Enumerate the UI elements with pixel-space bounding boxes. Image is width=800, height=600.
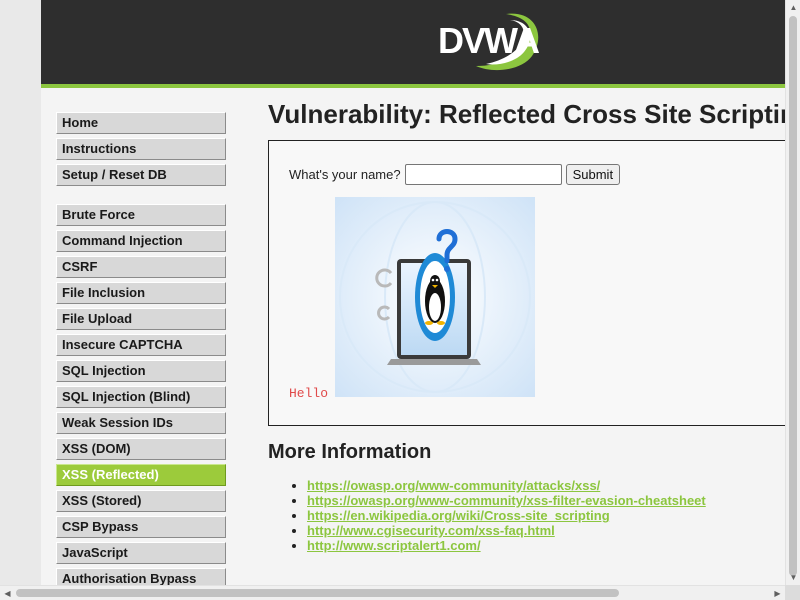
external-link[interactable]: http://www.cgisecurity.com/xss-faq.html <box>307 523 555 538</box>
external-link[interactable]: http://www.scriptalert1.com/ <box>307 538 481 553</box>
more-information-heading: More Information <box>268 441 432 463</box>
nav-item-file-upload[interactable]: File Upload <box>56 308 226 330</box>
nav-item-xss-dom[interactable]: XSS (DOM) <box>56 438 226 460</box>
vertical-scrollbar[interactable]: ▲ ▼ <box>785 0 800 585</box>
tux-eye-right <box>435 278 439 282</box>
tux-foot-left <box>425 321 433 325</box>
vulnerable-code-area: What's your name? Submit Hello <box>268 140 800 426</box>
name-input[interactable] <box>404 164 562 185</box>
nav-group: Brute Force Command Injection CSRF File Inc… <box>56 204 226 590</box>
list-item: https://owasp.org/www-community/attacks/… <box>307 478 706 493</box>
nav-item-setup-reset-db[interactable]: Setup / Reset DB <box>56 164 226 186</box>
more-info-links: https://owasp.org/www-community/attacks/… <box>268 478 706 553</box>
page-title: Vulnerability: Reflected Cross Site Scri… <box>268 99 798 129</box>
nav-item-insecure-captcha[interactable]: Insecure CAPTCHA <box>56 334 226 356</box>
tux-eye-left <box>431 278 435 282</box>
list-item: https://owasp.org/www-community/xss-filt… <box>307 493 706 508</box>
nav-item-sql-injection[interactable]: SQL Injection <box>56 360 226 382</box>
browser-viewport: DVWA Home Instructions Setup / Reset DB Bru… <box>0 0 800 600</box>
submit-button[interactable]: Submit <box>565 164 621 185</box>
name-label: What's your name? <box>289 167 401 182</box>
external-link[interactable]: https://owasp.org/www-community/attacks/… <box>307 478 600 493</box>
logo-text: DVWA <box>438 20 540 61</box>
horizontal-scrollbar[interactable]: ◀ ▶ <box>0 585 785 600</box>
tux-foot-right <box>437 321 445 325</box>
horizontal-scroll-thumb[interactable] <box>16 589 619 597</box>
question-mark-dot <box>444 266 450 272</box>
sidebar-nav: Home Instructions Setup / Reset DB Brute Fo… <box>56 112 226 600</box>
nav-item-sql-injection-blind[interactable]: SQL Injection (Blind) <box>56 386 226 408</box>
list-item: http://www.scriptalert1.com/ <box>307 538 706 553</box>
nav-item-command-injection[interactable]: Command Injection <box>56 230 226 252</box>
injected-image <box>335 197 535 397</box>
scrollbar-corner <box>785 585 800 600</box>
nav-item-brute-force[interactable]: Brute Force <box>56 204 226 226</box>
nav-item-home[interactable]: Home <box>56 112 226 134</box>
nav-item-file-inclusion[interactable]: File Inclusion <box>56 282 226 304</box>
nav-item-instructions[interactable]: Instructions <box>56 138 226 160</box>
arrow-down-icon[interactable]: ▼ <box>786 570 800 585</box>
arrow-right-icon[interactable]: ▶ <box>770 586 785 600</box>
nav-item-weak-session-ids[interactable]: Weak Session IDs <box>56 412 226 434</box>
dvwa-page: DVWA Home Instructions Setup / Reset DB Bru… <box>0 0 800 600</box>
header-bar <box>41 0 800 84</box>
nav-item-csp-bypass[interactable]: CSP Bypass <box>56 516 226 538</box>
vertical-scroll-thumb[interactable] <box>789 16 797 576</box>
list-item: http://www.cgisecurity.com/xss-faq.html <box>307 523 706 538</box>
name-form: What's your name? Submit <box>289 164 621 185</box>
nav-item-csrf[interactable]: CSRF <box>56 256 226 278</box>
nav-item-javascript[interactable]: JavaScript <box>56 542 226 564</box>
external-link[interactable]: https://owasp.org/www-community/xss-filt… <box>307 493 706 508</box>
nav-item-xss-reflected[interactable]: XSS (Reflected) <box>56 464 226 486</box>
nav-group: Home Instructions Setup / Reset DB <box>56 112 226 186</box>
nav-item-xss-stored[interactable]: XSS (Stored) <box>56 490 226 512</box>
left-gutter <box>0 0 41 600</box>
list-item: https://en.wikipedia.org/wiki/Cross-site… <box>307 508 706 523</box>
laptop-base <box>387 359 481 365</box>
reflected-output: Hello <box>289 386 329 401</box>
external-link[interactable]: https://en.wikipedia.org/wiki/Cross-site… <box>307 508 610 523</box>
tux-belly <box>429 293 441 321</box>
arrow-up-icon[interactable]: ▲ <box>786 0 800 15</box>
arrow-left-icon[interactable]: ◀ <box>0 586 15 600</box>
